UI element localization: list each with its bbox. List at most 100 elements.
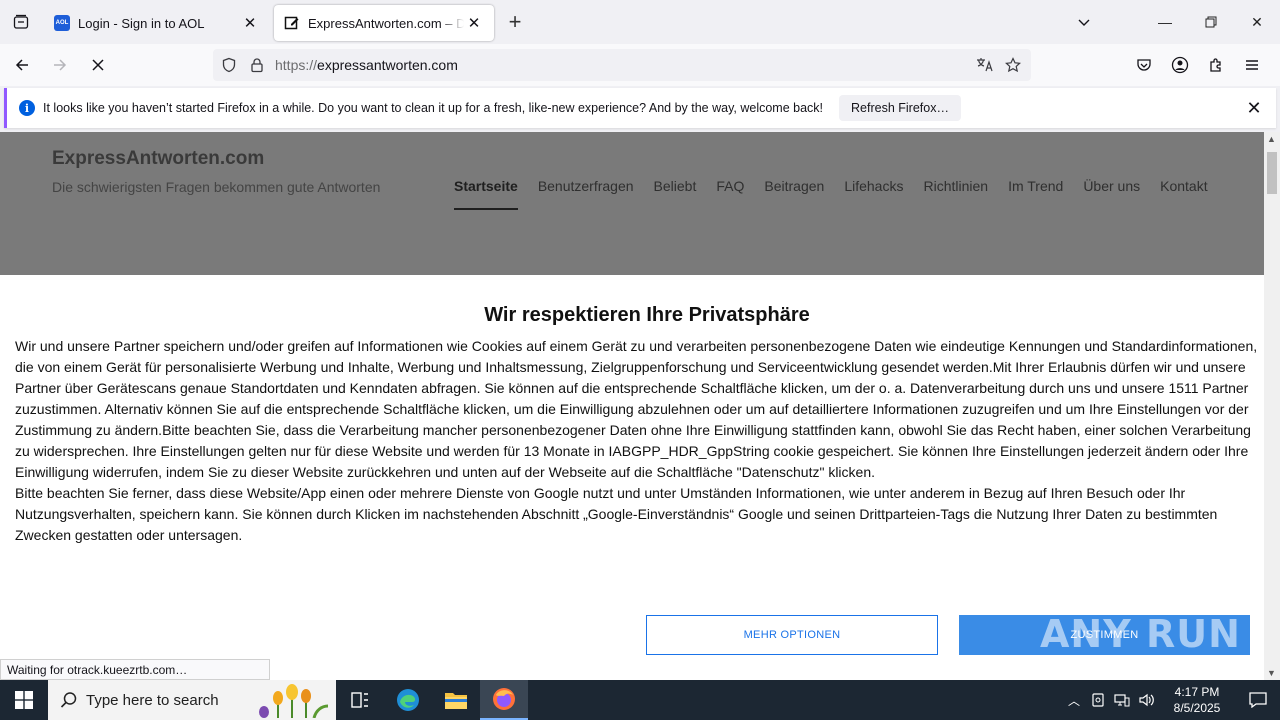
extensions-button[interactable] <box>1198 49 1234 81</box>
scrollbar-thumb[interactable] <box>1267 152 1277 194</box>
url-bar[interactable]: https://expressantworten.com <box>213 49 1031 81</box>
pocket-icon <box>1137 59 1151 71</box>
system-tray: ︿ 4:17 PM 8/5/2025 <box>1062 680 1280 720</box>
network-icon[interactable] <box>1110 680 1134 720</box>
folder-icon <box>445 693 467 709</box>
tab-expressantworten[interactable]: ExpressAntworten.com – Die schwierigsten… <box>274 5 494 41</box>
tab-close-icon[interactable]: ✕ <box>240 13 260 33</box>
navigation-toolbar: https://expressantworten.com <box>0 44 1280 86</box>
clock-date: 8/5/2025 <box>1173 701 1221 715</box>
consent-heading: Wir respektieren Ihre Privatsphäre <box>484 304 810 326</box>
taskbar-clock[interactable]: 4:17 PM 8/5/2025 <box>1158 684 1236 716</box>
tracking-protection-icon[interactable] <box>215 51 243 79</box>
pocket-button[interactable] <box>1126 49 1162 81</box>
anyrun-watermark: ANY RUN <box>1040 612 1241 656</box>
search-icon <box>60 691 78 709</box>
page-scrollbar[interactable]: ▲ ▼ <box>1264 132 1280 680</box>
status-panel: Waiting for otrack.kueezrtb.com… <box>0 659 270 680</box>
edge-button[interactable] <box>384 680 432 720</box>
nav-beliebt[interactable]: Beliebt <box>654 178 697 210</box>
notification-message: It looks like you haven’t started Firefo… <box>43 101 824 115</box>
tray-overflow-button[interactable]: ︿ <box>1062 680 1086 720</box>
search-placeholder: Type here to search <box>86 691 219 709</box>
stop-icon <box>92 59 104 71</box>
windows-taskbar: Type here to search ︿ 4:17 PM 8/5/2025 <box>0 680 1280 720</box>
nav-im-trend[interactable]: Im Trend <box>1008 178 1063 210</box>
notification-bar: i It looks like you haven’t started Fire… <box>4 88 1276 128</box>
refresh-firefox-button[interactable]: Refresh Firefox… <box>839 95 961 121</box>
edit-icon <box>284 15 300 31</box>
edge-icon <box>397 689 419 711</box>
file-explorer-button[interactable] <box>432 680 480 720</box>
site-tagline: Die schwierigsten Fragen bekommen gute A… <box>52 179 381 195</box>
site-nav: Startseite Benutzerfragen Beliebt FAQ Be… <box>444 178 1218 210</box>
account-button[interactable] <box>1162 49 1198 81</box>
notification-icon <box>1249 692 1267 708</box>
translate-icon[interactable] <box>971 51 999 79</box>
action-center-button[interactable] <box>1236 680 1280 720</box>
puzzle-icon <box>1210 58 1221 72</box>
start-button[interactable] <box>0 680 48 720</box>
url-text[interactable]: https://expressantworten.com <box>275 57 971 73</box>
more-options-button[interactable]: MEHR OPTIONEN <box>646 615 938 655</box>
list-all-tabs-button[interactable] <box>1074 12 1094 32</box>
taskbar-search[interactable]: Type here to search <box>48 680 336 720</box>
task-view-button[interactable] <box>336 680 384 720</box>
scroll-up-icon[interactable]: ▲ <box>1267 134 1276 144</box>
tab-strip: AOL Login - Sign in to AOL ✕ ExpressAntw… <box>0 0 1280 44</box>
menu-button[interactable] <box>1234 49 1270 81</box>
flowers-icon <box>258 682 330 720</box>
firefox-taskbar-button[interactable] <box>480 680 528 720</box>
firefox-view-button[interactable] <box>0 0 42 44</box>
scroll-down-icon[interactable]: ▼ <box>1267 668 1276 678</box>
bookmark-star-icon[interactable] <box>999 51 1027 79</box>
close-notification-icon[interactable]: ✕ <box>1244 98 1264 118</box>
tab-close-icon[interactable]: ✕ <box>464 13 484 33</box>
url-host: expressantworten.com <box>317 57 458 73</box>
nav-startseite[interactable]: Startseite <box>454 178 518 210</box>
consent-text: Wir und unsere Partner speichern und/ode… <box>15 336 1259 546</box>
nav-richtlinien[interactable]: Richtlinien <box>923 178 988 210</box>
nav-benutzerfragen[interactable]: Benutzerfragen <box>538 178 634 210</box>
close-window-button[interactable]: ✕ <box>1234 0 1280 44</box>
page-content: ExpressAntworten.com Die schwierigsten F… <box>0 132 1264 680</box>
task-view-icon <box>351 692 368 708</box>
windows-icon <box>15 691 33 709</box>
close-icon: ✕ <box>1251 13 1263 30</box>
restore-button[interactable] <box>1188 0 1234 44</box>
arrow-left-icon <box>15 59 28 71</box>
tray-app-icon[interactable] <box>1086 680 1110 720</box>
window-controls: — ✕ <box>1142 0 1280 44</box>
tab-title: ExpressAntworten.com – Die schwierigsten… <box>308 15 464 31</box>
lock-icon[interactable] <box>243 51 271 79</box>
url-protocol: https:// <box>275 57 318 73</box>
nav-beitragen[interactable]: Beitragen <box>764 178 824 210</box>
consent-paragraph: Wir und unsere Partner speichern und/ode… <box>15 338 1258 480</box>
consent-paragraph: Bitte beachten Sie ferner, dass diese We… <box>15 485 1218 543</box>
chevron-down-icon <box>1078 19 1090 26</box>
tab-title: Login - Sign in to AOL <box>78 15 205 31</box>
stop-button[interactable] <box>82 49 114 81</box>
firefox-icon <box>493 688 515 710</box>
tab-aol-login[interactable]: AOL Login - Sign in to AOL ✕ <box>44 5 270 41</box>
nav-kontakt[interactable]: Kontakt <box>1160 178 1207 210</box>
site-header: ExpressAntworten.com Die schwierigsten F… <box>0 132 1264 275</box>
info-icon: i <box>19 100 35 116</box>
firefox-view-icon <box>13 14 29 29</box>
plus-icon: + <box>508 9 522 34</box>
volume-icon[interactable] <box>1134 680 1158 720</box>
minimize-button[interactable]: — <box>1142 0 1188 44</box>
nav-lifehacks[interactable]: Lifehacks <box>844 178 903 210</box>
aol-icon: AOL <box>54 15 70 31</box>
minimize-icon: — <box>1158 14 1172 30</box>
restore-icon <box>1205 16 1217 28</box>
hamburger-icon <box>1246 60 1258 70</box>
account-icon <box>1171 56 1189 74</box>
nav-ueber-uns[interactable]: Über uns <box>1083 178 1140 210</box>
nav-faq[interactable]: FAQ <box>716 178 744 210</box>
site-title[interactable]: ExpressAntworten.com <box>52 148 264 170</box>
chevron-up-icon: ︿ <box>1067 693 1080 708</box>
back-button[interactable] <box>6 49 38 81</box>
new-tab-button[interactable]: + <box>500 7 530 37</box>
forward-button[interactable] <box>44 49 76 81</box>
